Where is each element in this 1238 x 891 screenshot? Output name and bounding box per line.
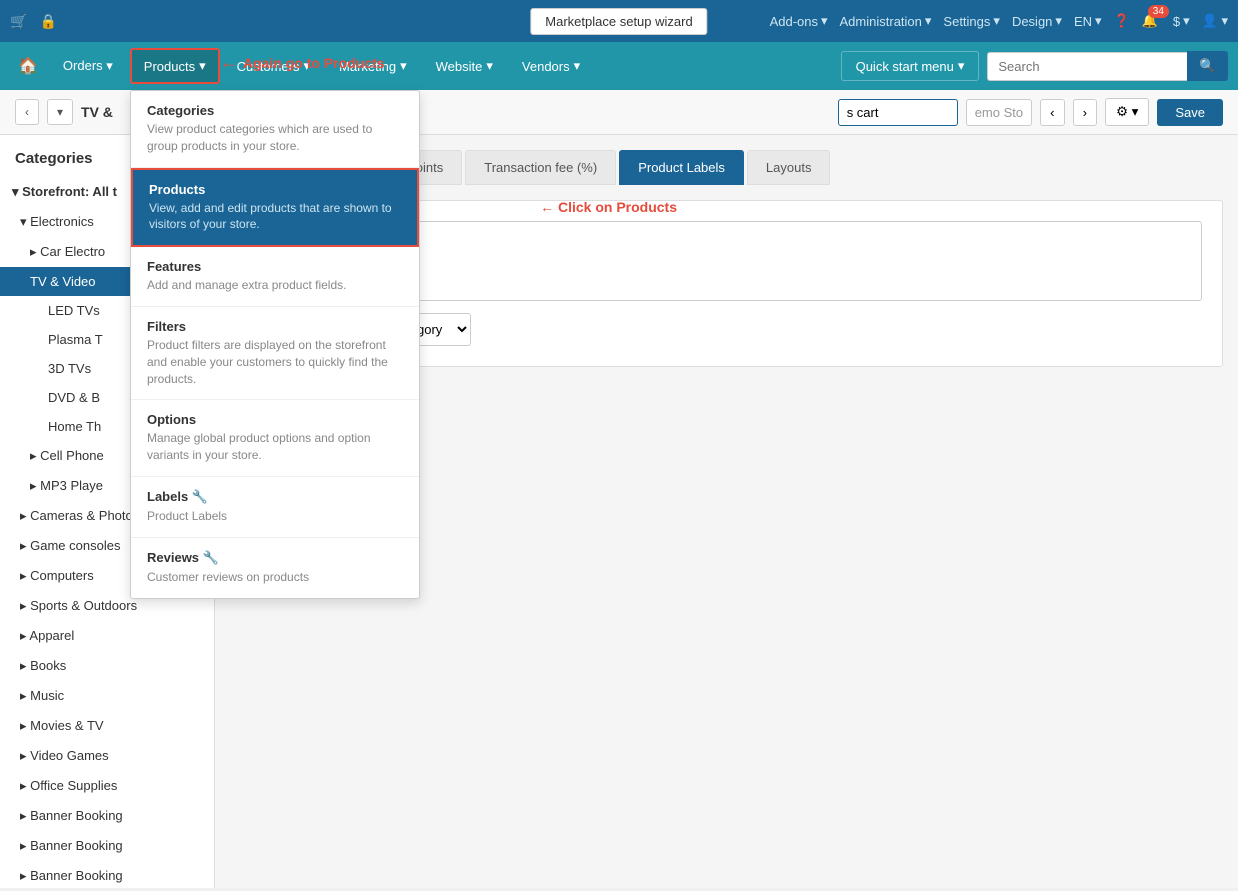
lock-icon[interactable]: 🔒 bbox=[39, 13, 56, 30]
tab-transaction-fee-(%)[interactable]: Transaction fee (%) bbox=[465, 150, 616, 185]
home-button[interactable]: 🏠 bbox=[10, 48, 46, 84]
notification-badge: 34 bbox=[1148, 5, 1169, 18]
sidebar-item[interactable]: ▸ Banner Booking bbox=[0, 801, 214, 831]
sidebar-item[interactable]: ▸ Music bbox=[0, 681, 214, 711]
search-bar: 🔍 bbox=[987, 51, 1228, 81]
dropdown-item-title: Features bbox=[147, 259, 403, 274]
marketplace-setup-button[interactable]: Marketplace setup wizard bbox=[530, 8, 707, 35]
sidebar-item[interactable]: ▸ Books bbox=[0, 651, 214, 681]
sidebar-item[interactable]: ▸ Video Games bbox=[0, 741, 214, 771]
dropdown-item-options[interactable]: Options Manage global product options and… bbox=[131, 400, 419, 477]
dropdown-item-filters[interactable]: Filters Product filters are displayed on … bbox=[131, 307, 419, 400]
dropdown-item-desc: View product categories which are used t… bbox=[147, 121, 403, 155]
nav-right: Quick start menu ▾ 🔍 bbox=[841, 51, 1228, 81]
sidebar-item[interactable]: ▸ Banner Booking bbox=[0, 861, 214, 888]
sidebar-item[interactable]: ▸ Banner Booking bbox=[0, 831, 214, 861]
settings-menu[interactable]: Settings ▾ bbox=[943, 13, 1000, 29]
dropdown-item-desc: Add and manage extra product fields. bbox=[147, 277, 403, 294]
quick-start-button[interactable]: Quick start menu ▾ bbox=[841, 51, 980, 81]
dropdown-item-features[interactable]: Features Add and manage extra product fie… bbox=[131, 247, 419, 307]
prev-page-button[interactable]: ‹ bbox=[1040, 99, 1064, 126]
dropdown-item-reviews[interactable]: Reviews 🔧 Customer reviews on products bbox=[131, 538, 419, 598]
dropdown-item-title: Labels 🔧 bbox=[147, 489, 403, 505]
notification-bell[interactable]: 🔔34 bbox=[1142, 13, 1161, 29]
marketing-menu[interactable]: Marketing ▾ bbox=[327, 50, 419, 82]
dropdown-item-title: Filters bbox=[147, 319, 403, 334]
sidebar-item[interactable]: ▸ Apparel bbox=[0, 621, 214, 651]
secondary-nav: 🏠 Orders ▾ Products ▾ Customers ▾ Market… bbox=[0, 42, 1238, 90]
customers-menu[interactable]: Customers ▾ bbox=[225, 50, 322, 82]
cart-icon[interactable]: 🛒 bbox=[10, 13, 27, 30]
top-bar: 🛒 🔒 Marketplace setup wizard Add-ons ▾ A… bbox=[0, 0, 1238, 42]
search-input[interactable] bbox=[987, 52, 1187, 81]
products-menu[interactable]: Products ▾ bbox=[130, 48, 220, 84]
sidebar-item[interactable]: ▸ Office Supplies bbox=[0, 771, 214, 801]
dropdown-item-desc: Product Labels bbox=[147, 508, 403, 525]
search-button[interactable]: 🔍 bbox=[1187, 51, 1228, 81]
dropdown-item-title: Products bbox=[149, 182, 401, 197]
annotation-click-products: ← Click on Products bbox=[540, 199, 677, 215]
tab-product-labels[interactable]: Product Labels bbox=[619, 150, 744, 185]
dropdown-item-labels[interactable]: Labels 🔧 Product Labels bbox=[131, 477, 419, 538]
addons-menu[interactable]: Add-ons ▾ bbox=[770, 13, 828, 29]
page-name-input[interactable] bbox=[838, 99, 958, 126]
dropdown-item-desc: Customer reviews on products bbox=[147, 569, 403, 586]
design-menu[interactable]: Design ▾ bbox=[1012, 13, 1062, 29]
demo-store-text: emo Sto bbox=[966, 99, 1032, 126]
orders-menu[interactable]: Orders ▾ bbox=[51, 50, 125, 82]
dropdown-item-title: Options bbox=[147, 412, 403, 427]
dropdown-item-title: Categories bbox=[147, 103, 403, 118]
dropdown-item-desc: Product filters are displayed on the sto… bbox=[147, 337, 403, 387]
user-menu[interactable]: 👤 ▾ bbox=[1202, 13, 1228, 29]
administration-menu[interactable]: Administration ▾ bbox=[840, 13, 932, 29]
settings-button[interactable]: ⚙ ▾ bbox=[1105, 98, 1149, 126]
dropdown-item-categories[interactable]: Categories View product categories which … bbox=[131, 91, 419, 168]
save-button[interactable]: Save bbox=[1157, 99, 1223, 126]
marketplace-center: Marketplace setup wizard bbox=[530, 8, 707, 35]
vendors-menu[interactable]: Vendors ▾ bbox=[510, 50, 592, 82]
products-dropdown-menu: Categories View product categories which … bbox=[130, 90, 420, 599]
dropdown-item-title: Reviews 🔧 bbox=[147, 550, 403, 566]
top-bar-right: Add-ons ▾ Administration ▾ Settings ▾ De… bbox=[770, 13, 1228, 29]
back-button[interactable]: ‹ bbox=[15, 99, 39, 125]
website-menu[interactable]: Website ▾ bbox=[424, 50, 505, 82]
tab-layouts[interactable]: Layouts bbox=[747, 150, 831, 185]
top-bar-icons: 🛒 🔒 bbox=[10, 13, 57, 30]
dropdown-item-products[interactable]: Products View, add and edit products that… bbox=[131, 168, 419, 248]
dropdown-item-desc: View, add and edit products that are sho… bbox=[149, 200, 401, 234]
help-icon[interactable]: ❓ bbox=[1114, 13, 1130, 29]
dropdown-button[interactable]: ▾ bbox=[47, 99, 73, 125]
dropdown-item-desc: Manage global product options and option… bbox=[147, 430, 403, 464]
sidebar-item[interactable]: ▸ Movies & TV bbox=[0, 711, 214, 741]
language-menu[interactable]: EN ▾ bbox=[1074, 13, 1102, 29]
dollar-menu[interactable]: $ ▾ bbox=[1173, 13, 1190, 29]
next-page-button[interactable]: › bbox=[1073, 99, 1097, 126]
